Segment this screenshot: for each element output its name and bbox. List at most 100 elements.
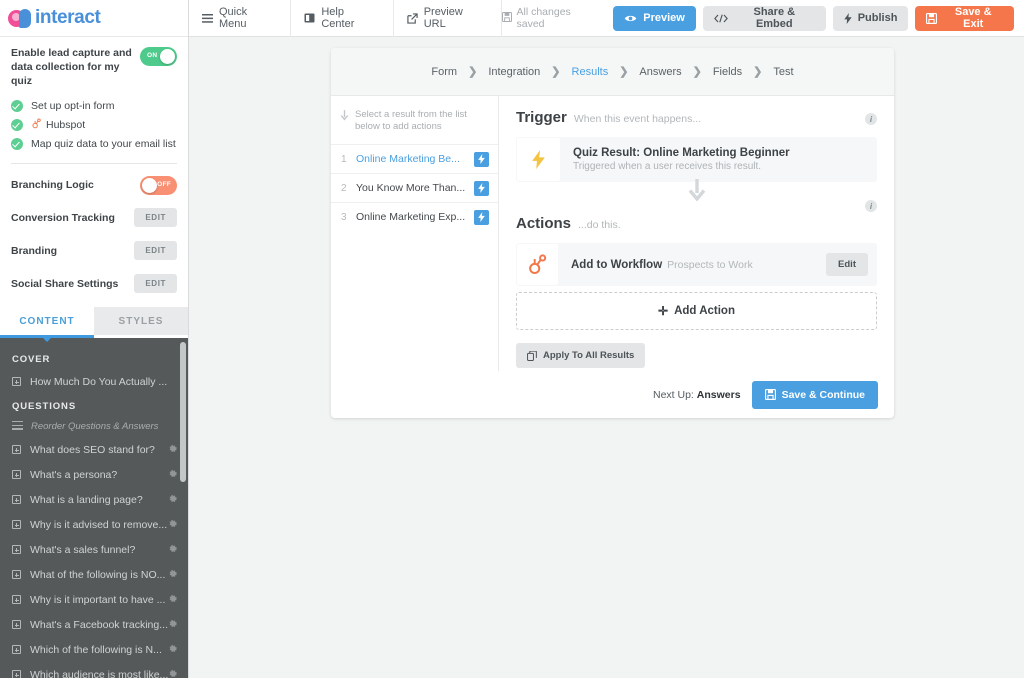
add-action-label: Add Action <box>674 305 735 317</box>
result-index: 3 <box>341 211 347 223</box>
list-item[interactable]: Set up opt-in form <box>11 97 177 115</box>
result-list-item[interactable]: 2 You Know More Than... <box>331 173 498 202</box>
questions-list: What does SEO stand for? What's a persona… <box>0 437 188 678</box>
hamburger-icon <box>202 13 213 23</box>
save-status: All changes saved <box>501 6 602 30</box>
question-label: Why is it advised to remove... <box>30 518 168 531</box>
sidebar-scrollbar[interactable] <box>180 338 186 678</box>
question-settings-icon[interactable] <box>168 616 178 634</box>
logo-bar[interactable]: interact <box>0 0 188 37</box>
detail-panel: Trigger When this event happens... i Qui… <box>499 96 894 371</box>
result-list-item[interactable]: 3 Online Marketing Exp... <box>331 202 498 231</box>
list-item[interactable]: Map quiz data to your email list <box>11 135 177 153</box>
bolt-icon[interactable] <box>474 209 489 225</box>
question-item[interactable]: Which of the following is N... <box>0 637 188 662</box>
question-item[interactable]: Why is it important to have ... <box>0 587 188 612</box>
question-item[interactable]: Which audience is most like... <box>0 662 188 678</box>
question-label: What's a Facebook tracking... <box>30 618 168 631</box>
plus-icon: ✛ <box>658 304 669 318</box>
question-settings-icon[interactable] <box>168 516 178 534</box>
trigger-info-icon[interactable]: i <box>865 113 877 125</box>
question-item[interactable]: What's a sales funnel? <box>0 537 188 562</box>
help-center-label: Help Center <box>321 6 355 30</box>
breadcrumb-separator-icon: ❯ <box>619 66 629 78</box>
option-label: Social Share Settings <box>11 277 119 290</box>
edit-social-share-button[interactable]: EDIT <box>134 274 177 293</box>
save-exit-button[interactable]: Save & Exit <box>915 5 1014 31</box>
question-item[interactable]: What is a landing page? <box>0 487 188 512</box>
cover-item-label: How Much Do You Actually ... <box>30 375 168 388</box>
apply-to-all-results-button[interactable]: Apply To All Results <box>516 343 646 368</box>
expand-icon <box>12 570 21 579</box>
save-continue-label: Save & Continue <box>781 388 865 401</box>
bolt-icon[interactable] <box>474 151 489 167</box>
save-status-label: All changes saved <box>516 6 571 30</box>
result-label: You Know More Than... <box>356 182 466 194</box>
breadcrumb-fields[interactable]: Fields <box>713 66 742 78</box>
reorder-questions-button[interactable]: Reorder Questions & Answers <box>0 416 188 437</box>
save-and-continue-button[interactable]: Save & Continue <box>751 380 878 409</box>
publish-button[interactable]: Publish <box>832 5 909 31</box>
results-hint-label: Select a result from the list below to a… <box>355 109 467 132</box>
save-exit-button-label: Save & Exit <box>954 6 992 30</box>
preview-button[interactable]: Preview <box>613 5 696 31</box>
main-area: Form ❯ Integration ❯ Results ❯ Answers ❯ Fields ❯… <box>189 37 1024 678</box>
question-settings-icon[interactable] <box>168 666 178 678</box>
question-settings-icon[interactable] <box>168 641 178 659</box>
breadcrumb-results[interactable]: Results <box>572 66 609 78</box>
breadcrumb-separator-icon: ❯ <box>692 66 702 78</box>
question-label: What's a sales funnel? <box>30 543 136 556</box>
trigger-title: Trigger <box>516 109 567 126</box>
integration-checklist: Set up opt-in form Hubspot Map quiz data… <box>11 97 177 153</box>
question-item[interactable]: Why is it advised to remove... <box>0 512 188 537</box>
branching-logic-toggle[interactable]: OFF <box>140 175 177 195</box>
bolt-icon[interactable] <box>474 180 489 196</box>
reorder-label: Reorder Questions & Answers <box>31 421 159 432</box>
breadcrumb-answers[interactable]: Answers <box>639 66 681 78</box>
trigger-card-title: Quiz Result: Online Marketing Beginner <box>573 147 790 159</box>
edit-action-button[interactable]: Edit <box>826 253 868 276</box>
scrollbar-thumb[interactable] <box>180 342 186 482</box>
question-item[interactable]: What's a persona? <box>0 462 188 487</box>
question-settings-icon[interactable] <box>168 441 178 459</box>
bolt-icon <box>844 12 852 24</box>
question-settings-icon[interactable] <box>168 541 178 559</box>
action-title: Add to Workflow <box>571 258 663 271</box>
edit-branding-button[interactable]: EDIT <box>134 241 177 260</box>
actions-info-icon[interactable]: i <box>865 200 877 212</box>
help-center-button[interactable]: Help Center <box>291 0 394 37</box>
list-item[interactable]: Hubspot <box>11 116 177 134</box>
result-index: 2 <box>341 182 347 194</box>
book-icon <box>304 13 315 23</box>
card-footer: Next Up: Answers Save & Continue <box>331 371 894 418</box>
preview-url-button[interactable]: Preview URL <box>394 0 502 37</box>
preview-url-label: Preview URL <box>423 6 463 30</box>
tab-styles[interactable]: STYLES <box>94 307 188 335</box>
question-item[interactable]: What of the following is NO... <box>0 562 188 587</box>
question-item[interactable]: What does SEO stand for? <box>0 437 188 462</box>
question-settings-icon[interactable] <box>168 591 178 609</box>
breadcrumb-integration[interactable]: Integration <box>488 66 540 78</box>
lead-capture-toggle[interactable]: ON <box>140 47 177 66</box>
question-settings-icon[interactable] <box>168 491 178 509</box>
share-embed-button[interactable]: Share & Embed <box>702 5 826 31</box>
breadcrumb-test[interactable]: Test <box>773 66 793 78</box>
question-label: What does SEO stand for? <box>30 443 155 456</box>
left-sidebar: interact Enable lead capture and data co… <box>0 0 189 678</box>
tab-content[interactable]: CONTENT <box>0 307 94 342</box>
cover-item[interactable]: How Much Do You Actually ... <box>0 369 188 394</box>
result-list-item[interactable]: 1 Online Marketing Be... <box>331 144 498 173</box>
breadcrumb-form[interactable]: Form <box>431 66 457 78</box>
edit-conversion-tracking-button[interactable]: EDIT <box>134 208 177 227</box>
check-circle-icon <box>11 119 23 131</box>
add-action-button[interactable]: ✛ Add Action <box>516 292 877 330</box>
question-item[interactable]: What's a Facebook tracking... <box>0 612 188 637</box>
action-item: Add to Workflow Prospects to Work Edit <box>516 243 877 286</box>
content-outline: COVER How Much Do You Actually ... QUEST… <box>0 338 188 678</box>
section-heading-questions: QUESTIONS <box>12 401 77 412</box>
question-settings-icon[interactable] <box>168 466 178 484</box>
question-label: What of the following is NO... <box>30 568 166 581</box>
option-label: Branching Logic <box>11 178 94 191</box>
question-settings-icon[interactable] <box>168 566 178 584</box>
quick-menu-button[interactable]: Quick Menu <box>189 0 292 37</box>
